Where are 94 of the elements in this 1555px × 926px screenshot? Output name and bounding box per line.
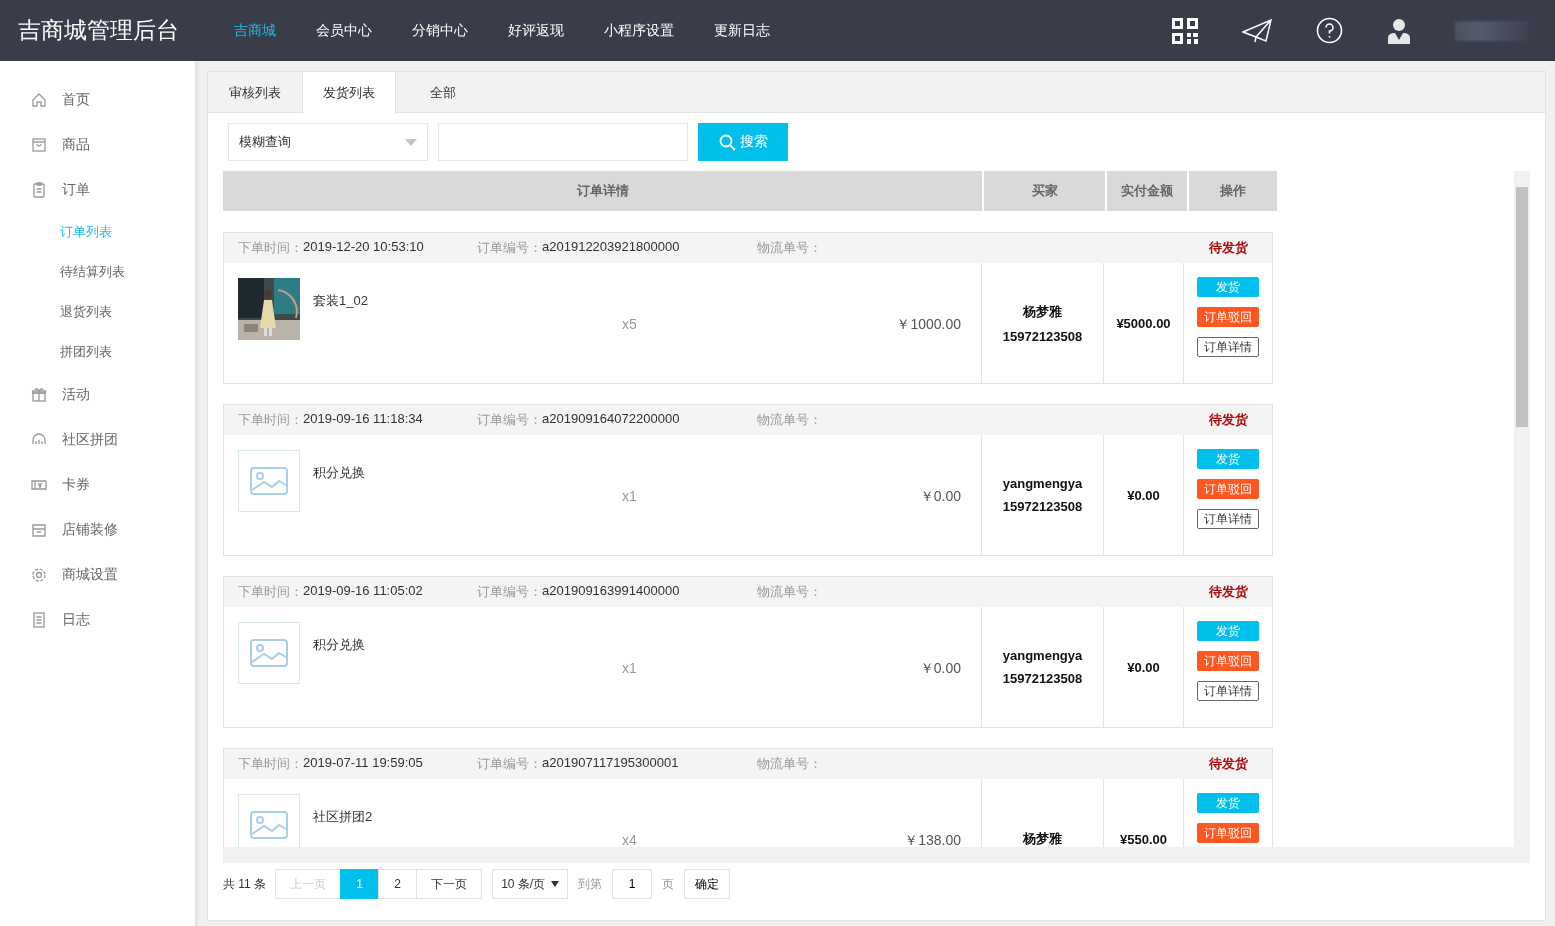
- detail-button[interactable]: 订单详情: [1196, 681, 1259, 701]
- product-price: ￥1000.00: [895, 316, 961, 334]
- tab[interactable]: 发货列表: [302, 72, 396, 114]
- order-status: 待发货: [1207, 239, 1249, 257]
- sidebar-item[interactable]: 日志: [0, 597, 195, 642]
- buyer-name: yangmengya: [1002, 648, 1083, 663]
- search-field[interactable]: [438, 123, 688, 161]
- confirm-button[interactable]: 确定: [684, 869, 731, 899]
- order-status: 待发货: [1207, 755, 1249, 773]
- horizontal-scrollbar[interactable]: [223, 847, 1530, 863]
- column-header: 订单详情: [223, 171, 982, 211]
- product-price: ￥138.00: [903, 832, 961, 847]
- sidebar-subitem[interactable]: 待结算列表: [0, 252, 195, 292]
- image-placeholder-icon: [238, 794, 300, 847]
- app-title: 吉商城管理后台: [18, 16, 180, 45]
- nav-link[interactable]: 好评返现: [508, 21, 564, 40]
- product-price: ￥0.00: [918, 660, 961, 678]
- sidebar-item[interactable]: 社区拼团: [0, 417, 195, 462]
- buyer-phone: 15972123508: [1002, 671, 1083, 686]
- product-price: ￥0.00: [918, 488, 961, 506]
- product-quantity: x4: [621, 832, 638, 847]
- paid-amount: ¥0.00: [1127, 659, 1160, 675]
- column-header: 买家: [984, 171, 1105, 211]
- nav-link[interactable]: 会员中心: [316, 21, 372, 40]
- order-number: 订单编号：a201912203921800000: [477, 239, 681, 257]
- page-size-select[interactable]: 10 条/页: [492, 869, 569, 899]
- sidebar-subitem[interactable]: 退货列表: [0, 292, 195, 332]
- nav-link[interactable]: 小程序设置: [604, 21, 674, 40]
- product-quantity: x1: [621, 660, 638, 676]
- sidebar-item[interactable]: 店铺装修: [0, 507, 195, 552]
- nav-link[interactable]: 更新日志: [714, 21, 770, 40]
- order-number: 订单编号：a201909164072200000: [477, 411, 681, 429]
- sidebar-subitem[interactable]: 拼团列表: [0, 332, 195, 372]
- sidebar-item[interactable]: 卡券: [0, 462, 195, 507]
- order-time: 下单时间：2019-09-16 11:05:02: [238, 583, 424, 601]
- order-number: 订单编号：a201907117195300001: [477, 755, 680, 773]
- next-page-button[interactable]: 下一页: [416, 869, 483, 899]
- order-status: 待发货: [1207, 411, 1249, 429]
- order-time: 下单时间：2019-12-20 10:53:10: [238, 239, 425, 257]
- column-header: 操作: [1189, 171, 1277, 211]
- total-count: 共 11 条: [223, 875, 267, 893]
- page-unit: 页: [662, 875, 675, 893]
- buyer-name: yangmengya: [1002, 476, 1083, 491]
- product-name: 积分兑换: [312, 636, 366, 654]
- order-status: 待发货: [1207, 583, 1249, 601]
- caret-icon: [405, 138, 417, 146]
- buyer-name: 杨梦雅: [1023, 302, 1062, 321]
- sidebar-item[interactable]: 活动: [0, 372, 195, 417]
- buyer-phone: 15972123508: [1002, 499, 1083, 514]
- sidebar-item[interactable]: 订单: [0, 167, 195, 212]
- product-quantity: x5: [621, 316, 638, 332]
- image-placeholder-icon: [238, 622, 300, 684]
- help-icon[interactable]: [1316, 17, 1343, 44]
- sidebar-item[interactable]: 商品: [0, 122, 195, 167]
- nav-link[interactable]: 分销中心: [412, 21, 468, 40]
- product-name: 社区拼团2: [312, 808, 374, 826]
- gift-icon: [30, 385, 48, 404]
- paid-amount: ¥0.00: [1127, 487, 1160, 503]
- page-input[interactable]: 1: [612, 869, 653, 899]
- clipboard-icon: [30, 180, 48, 199]
- paid-amount: ¥5000.00: [1116, 315, 1171, 331]
- order-number: 订单编号：a201909163991400000: [477, 583, 681, 601]
- paid-amount: ¥550.00: [1120, 831, 1167, 847]
- sidebar-item[interactable]: 首页: [0, 77, 195, 122]
- goto-label: 到第: [578, 875, 603, 893]
- order-time: 下单时间：2019-07-11 19:59:05: [238, 755, 424, 773]
- product-name: 积分兑换: [312, 464, 366, 482]
- paper-plane-icon[interactable]: [1242, 18, 1272, 43]
- bag-icon: [30, 135, 48, 154]
- buyer-name: 杨梦雅: [1023, 830, 1062, 847]
- product-name: 套装1_02: [312, 292, 369, 310]
- caret-icon: [551, 881, 560, 887]
- vertical-scrollbar[interactable]: [1514, 171, 1530, 847]
- user-avatar-icon[interactable]: [1387, 17, 1411, 44]
- column-header: 实付金额: [1107, 171, 1187, 211]
- product-quantity: x1: [621, 488, 638, 504]
- query-mode-select[interactable]: 模糊查询: [228, 123, 428, 161]
- logistics-number-label: 物流单号：: [757, 583, 822, 601]
- detail-button[interactable]: 订单详情: [1196, 337, 1259, 357]
- nav-link[interactable]: 吉商城: [234, 21, 276, 40]
- search-icon: [718, 133, 736, 151]
- order-time: 下单时间：2019-09-16 11:18:34: [238, 411, 424, 429]
- image-placeholder-icon: [238, 450, 300, 512]
- logistics-number-label: 物流单号：: [757, 239, 822, 257]
- page-button[interactable]: 2: [378, 869, 418, 899]
- tab[interactable]: 全部: [396, 72, 490, 113]
- document-icon: [30, 610, 48, 629]
- detail-button[interactable]: 订单详情: [1196, 509, 1259, 529]
- buyer-phone: 15972123508: [1002, 328, 1083, 344]
- qr-code-icon[interactable]: [1172, 17, 1198, 44]
- logistics-number-label: 物流单号：: [757, 755, 822, 773]
- logistics-number-label: 物流单号：: [757, 411, 822, 429]
- sidebar-item[interactable]: 商城设置: [0, 552, 195, 597]
- tab[interactable]: 审核列表: [208, 72, 302, 113]
